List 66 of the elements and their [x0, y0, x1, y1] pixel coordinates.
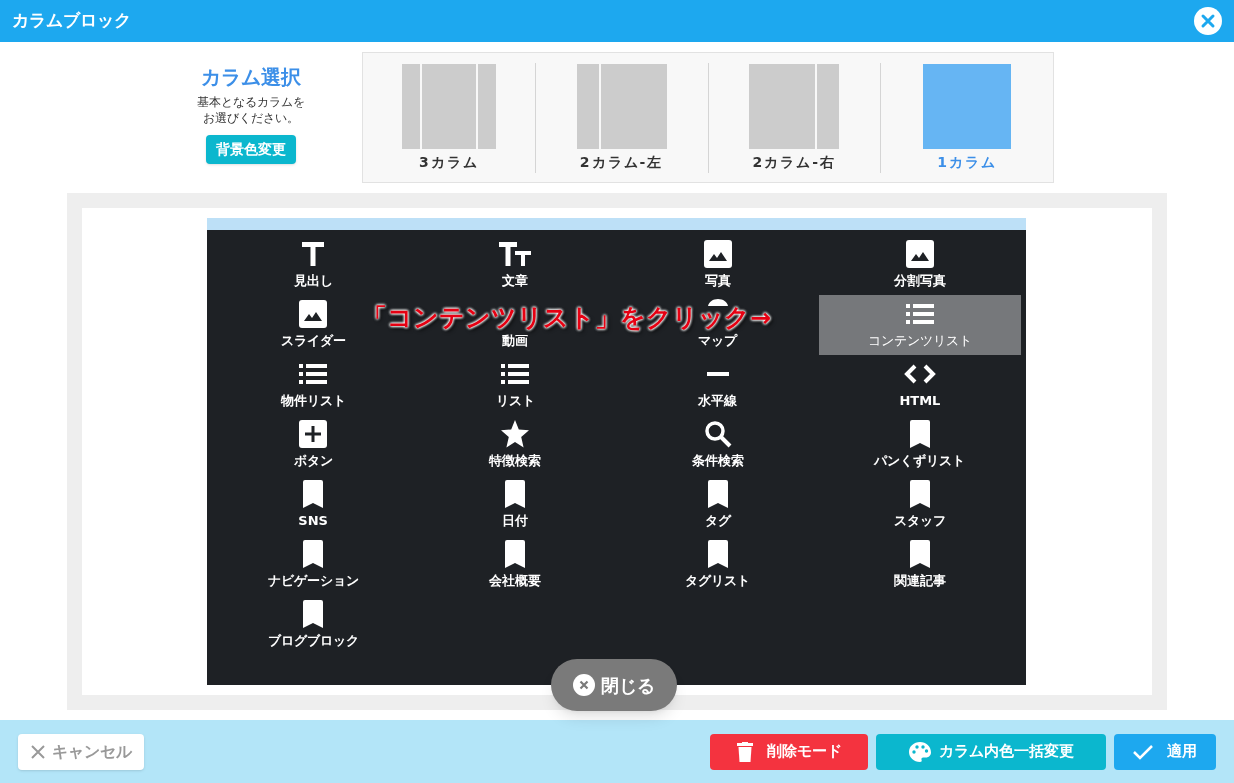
trash-icon — [736, 741, 753, 762]
list-icon — [905, 304, 934, 324]
annotation-text: 「コンテンツリスト」をクリック→ — [362, 305, 771, 330]
block-item[interactable]: ボタン — [293, 419, 333, 470]
block-item[interactable]: 会社概要 — [489, 539, 542, 590]
column-layout-icon — [576, 63, 667, 149]
block-item[interactable]: 特徴検索 — [489, 419, 542, 470]
search-icon — [703, 420, 732, 448]
block-item[interactable]: 関連記事 — [893, 539, 946, 590]
palette-icon — [908, 741, 931, 762]
image-icon — [299, 300, 328, 328]
column-option[interactable]: 2カラム-右 — [707, 62, 881, 173]
block-item[interactable]: 条件検索 — [691, 419, 744, 470]
column-layout-icon — [923, 63, 1012, 149]
block-item[interactable]: 動画 — [502, 332, 529, 350]
block-item[interactable]: タグリスト — [685, 539, 751, 590]
column-select-description: 基本となるカラムをお選びください。 — [196, 94, 306, 126]
bookmark-icon — [303, 600, 324, 628]
block-item[interactable]: 分割写真 — [893, 239, 946, 290]
block-item[interactable]: 物件リスト — [280, 359, 346, 410]
block-item[interactable]: 写真 — [703, 239, 732, 290]
block-item[interactable]: リスト — [495, 359, 535, 410]
delete-mode-button[interactable]: 削除モード — [710, 733, 868, 770]
column-option[interactable]: 2カラム-左 — [534, 62, 708, 173]
block-item[interactable]: ブログブロック — [267, 599, 359, 650]
column-option[interactable]: 3カラム — [363, 62, 535, 173]
column-layout-icon — [401, 63, 496, 149]
block-item[interactable]: マップ — [698, 332, 738, 350]
close-icon — [30, 743, 46, 760]
block-item[interactable]: ナビゲーション — [267, 539, 359, 590]
list-icon — [501, 364, 530, 384]
close-button[interactable]: 閉じる — [551, 659, 677, 711]
text-size-icon — [499, 242, 532, 266]
block-item[interactable]: 文章 — [499, 239, 532, 290]
block-item[interactable]: 水平線 — [698, 359, 738, 410]
image-icon — [905, 240, 934, 268]
star-icon — [500, 420, 531, 448]
block-item[interactable]: SNS — [298, 479, 328, 530]
block-item[interactable]: スタッフ — [893, 479, 946, 530]
block-item[interactable]: コンテンツリスト — [818, 295, 1021, 355]
code-icon — [903, 364, 936, 384]
bookmark-icon — [303, 540, 324, 568]
bookmark-icon — [909, 480, 930, 508]
block-item[interactable]: HTML — [899, 359, 941, 410]
plus-icon — [299, 420, 328, 448]
bookmark-icon — [707, 480, 728, 508]
image-icon — [703, 240, 732, 268]
bookmark-icon — [505, 540, 526, 568]
check-icon — [1133, 743, 1153, 760]
bookmark-icon — [909, 420, 930, 448]
window-title: カラムブロック — [12, 9, 131, 33]
bookmark-icon — [303, 480, 324, 508]
block-item[interactable]: 日付 — [502, 479, 529, 530]
close-icon — [573, 674, 595, 696]
block-item[interactable]: パンくずリスト — [874, 419, 966, 470]
close-icon[interactable] — [1194, 7, 1222, 35]
block-item[interactable]: スライダー — [280, 299, 346, 350]
block-item[interactable]: タグ — [704, 479, 731, 530]
heading-icon — [302, 242, 325, 266]
bookmark-icon — [505, 480, 526, 508]
block-item[interactable]: 見出し — [293, 239, 333, 290]
bookmark-icon — [909, 540, 930, 568]
column-layout-icon — [749, 63, 840, 149]
column-select-title: カラム選択 — [201, 64, 301, 91]
list-icon — [299, 364, 328, 384]
bookmark-icon — [707, 540, 728, 568]
